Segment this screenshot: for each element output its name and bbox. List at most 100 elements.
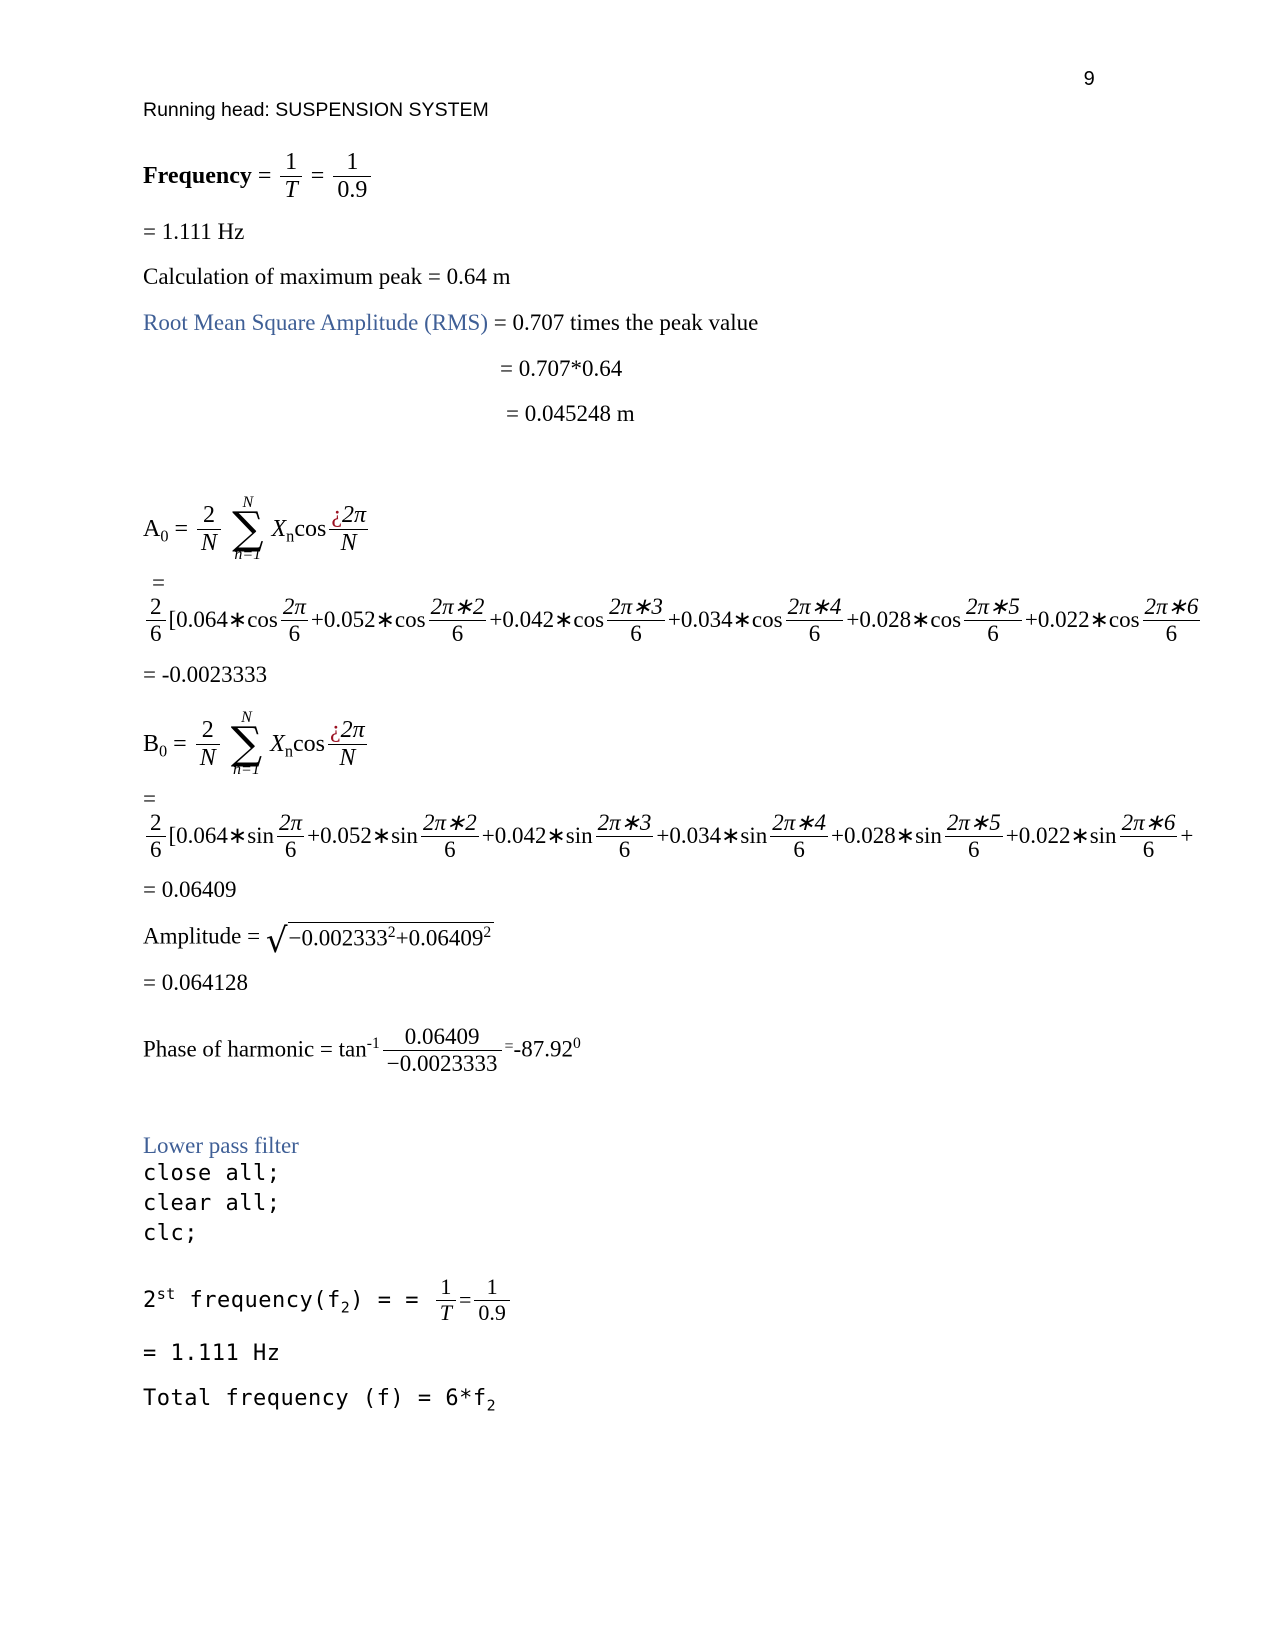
b0-term-2-arg-den: 6 xyxy=(618,836,631,862)
code-line-clc: clc; xyxy=(143,1221,198,1246)
b0-term-2-fn: sin xyxy=(565,822,593,848)
a0-term-4-coef: 0.028 xyxy=(859,606,912,632)
a0-term-0-fn: cos xyxy=(247,606,278,632)
b0-term-4-fn: sin xyxy=(915,822,942,848)
b0-formula: B0 = 2 N N ∑ n=1 Xncos ¿2π N xyxy=(143,710,370,780)
a0-term-3: +0.034∗cos 2π∗4 6 xyxy=(668,595,846,646)
a0-term-4-fn: cos xyxy=(930,606,962,632)
frequency-label: Frequency xyxy=(143,162,252,189)
b0-term-4-mult: ∗ xyxy=(895,822,916,848)
b0-term-1-arg-num: 2π∗2 xyxy=(420,811,479,837)
phase-equation: Phase of harmonic = tan-1 0.06409 −0.00233… xyxy=(143,1024,581,1078)
b0-term-0-arg-den: 6 xyxy=(284,836,297,862)
b0-expansion-coef-num: 2 xyxy=(146,811,166,837)
a0-arg-numerator: ¿2π xyxy=(329,502,368,530)
rms-label: Root Mean Square Amplitude (RMS) xyxy=(143,310,488,335)
a0-term-1-fn: cos xyxy=(394,606,426,632)
phase-frac-denominator: −0.0023333 xyxy=(386,1050,498,1076)
a0-term-4-fraction: 2π∗5 6 xyxy=(964,595,1022,647)
a0-expansion: 2 6 [0.064∗cos 2π 6 +0.052∗cos 2π∗2 6 +0.042∗c… xyxy=(143,595,1203,646)
b0-result: = 0.06409 xyxy=(143,877,237,902)
total-frequency-line: Total frequency (f) = 6*f2 xyxy=(143,1386,496,1414)
a0-term-4: +0.028∗cos 2π∗5 6 xyxy=(846,595,1024,646)
frequency-equation: Frequency = 1 T = 1 0.9 xyxy=(143,149,374,205)
b0-term-1-fn: sin xyxy=(391,822,418,848)
b0-term-0-mult: ∗ xyxy=(227,822,248,848)
b0-arg-num-value: 2π xyxy=(340,717,365,744)
b0-arg-numerator: ¿2π xyxy=(327,717,367,745)
a0-term-1-coef: 0.052 xyxy=(323,606,376,632)
b0-term-5: +0.022∗sin 2π∗6 6 xyxy=(1005,811,1181,862)
a0-term-2-plus: + xyxy=(489,606,503,632)
second-frequency-frac2-num: 1 xyxy=(474,1274,510,1301)
b0-equals: = xyxy=(173,730,187,757)
total-frequency-prefix: Total frequency (f) = 6*f xyxy=(143,1386,487,1411)
a0-arg-num-value: 2π xyxy=(341,502,366,529)
b0-term-x: X xyxy=(270,730,285,757)
a0-term-5-fraction: 2π∗6 6 xyxy=(1142,595,1201,647)
b0-term-5-plus: + xyxy=(1005,822,1019,848)
b0-term-5-coef: 0.022 xyxy=(1018,822,1071,848)
b0-arg-marker: ¿ xyxy=(329,717,341,744)
b0-term-0-coef: 0.064 xyxy=(176,822,228,848)
a0-term-3-fraction: 2π∗4 6 xyxy=(785,595,844,647)
a0-term-0-mult: ∗ xyxy=(227,606,248,632)
amplitude-sqrt: √−0.0023332+0.064092 xyxy=(265,920,495,961)
second-frequency-frac1-num: 1 xyxy=(435,1274,456,1301)
phase-exponent: -1 xyxy=(366,1034,380,1052)
second-frequency-fraction-2: 1 0.9 xyxy=(474,1274,510,1325)
a0-term-4-arg-den: 6 xyxy=(987,620,999,646)
a0-term-3-fn: cos xyxy=(751,606,783,632)
a0-equals-line: = xyxy=(152,570,165,595)
b0-coef-numerator: 2 xyxy=(195,717,220,745)
b0-expansion-coef-den: 6 xyxy=(150,836,162,862)
radical-icon: √ xyxy=(265,920,288,961)
second-frequency-mid: frequency(f xyxy=(175,1288,341,1314)
b0-term-3-fn: sin xyxy=(740,822,768,848)
b0-term-2-fraction: 2π∗3 6 xyxy=(595,811,654,863)
second-frequency-line: 2st frequency(f2) = = 1 T = 1 0.9 xyxy=(143,1274,513,1326)
b0-term-1-fraction: 2π∗2 6 xyxy=(420,811,479,863)
a0-expansion-row: 2 6 [0.064∗cos 2π 6 +0.052∗cos 2π∗2 6 +0.042∗c… xyxy=(143,595,1275,648)
a0-formula: A0 = 2 N N ∑ n=1 Xncos ¿2π N xyxy=(143,495,371,565)
b0-term-5-arg-den: 6 xyxy=(1142,836,1155,862)
amplitude-result: = 0.064128 xyxy=(143,970,248,995)
amplitude-exp-a: 2 xyxy=(387,924,396,941)
b0-coef-denominator: N xyxy=(199,744,216,771)
a0-argument-fraction: ¿2π N xyxy=(329,502,368,557)
a0-term-2-fraction: 2π∗3 6 xyxy=(607,595,665,647)
a0-term-0-fraction: 2π 6 xyxy=(280,595,308,647)
amplitude-label: Amplitude = xyxy=(143,923,266,949)
a0-term-2-arg-num: 2π∗3 xyxy=(607,595,665,621)
a0-term-1-arg-den: 6 xyxy=(451,620,464,646)
b0-trailing-plus: + xyxy=(1180,822,1194,848)
b0-term-0-arg-num: 2π xyxy=(277,811,305,837)
b0-coefficient-fraction: 2 N xyxy=(195,717,220,772)
a0-term-4-plus: + xyxy=(846,606,860,632)
a0-equals: = xyxy=(174,515,189,542)
sigma-icon: ∑ xyxy=(230,718,263,769)
total-frequency-sub: 2 xyxy=(486,1396,497,1415)
b0-term-3-mult: ∗ xyxy=(721,822,741,848)
frequency-frac1-numerator: 1 xyxy=(280,149,302,177)
a0-term-3-coef: 0.034 xyxy=(680,606,733,632)
b0-equals-line: = xyxy=(143,786,156,811)
amplitude-plus: + xyxy=(395,925,409,951)
a0-summation: N ∑ n=1 xyxy=(232,495,263,564)
b0-term-5-mult: ∗ xyxy=(1070,822,1090,848)
b0-term-x-sub: n xyxy=(284,741,293,761)
b0-term-4-coef: 0.028 xyxy=(844,822,896,848)
page-number: 9 xyxy=(1083,68,1095,90)
a0-term-0-coef: 0.064 xyxy=(176,606,228,632)
a0-arg-denominator: N xyxy=(340,529,357,556)
b0-term-5-fraction: 2π∗6 6 xyxy=(1119,811,1178,863)
a0-arg-marker: ¿ xyxy=(331,502,342,529)
b0-term-3-fraction: 2π∗4 6 xyxy=(770,811,829,863)
a0-term-0: 0.064∗cos 2π 6 xyxy=(176,595,311,646)
lower-pass-filter-heading: Lower pass filter xyxy=(143,1133,299,1158)
b0-term-2-coef: 0.042 xyxy=(494,822,547,848)
amplitude-term-a: −0.002333 xyxy=(288,925,388,951)
b0-term-2-plus: + xyxy=(481,822,495,848)
a0-term-5-plus: + xyxy=(1024,606,1038,632)
a0-expansion-coef-num: 2 xyxy=(146,595,166,621)
